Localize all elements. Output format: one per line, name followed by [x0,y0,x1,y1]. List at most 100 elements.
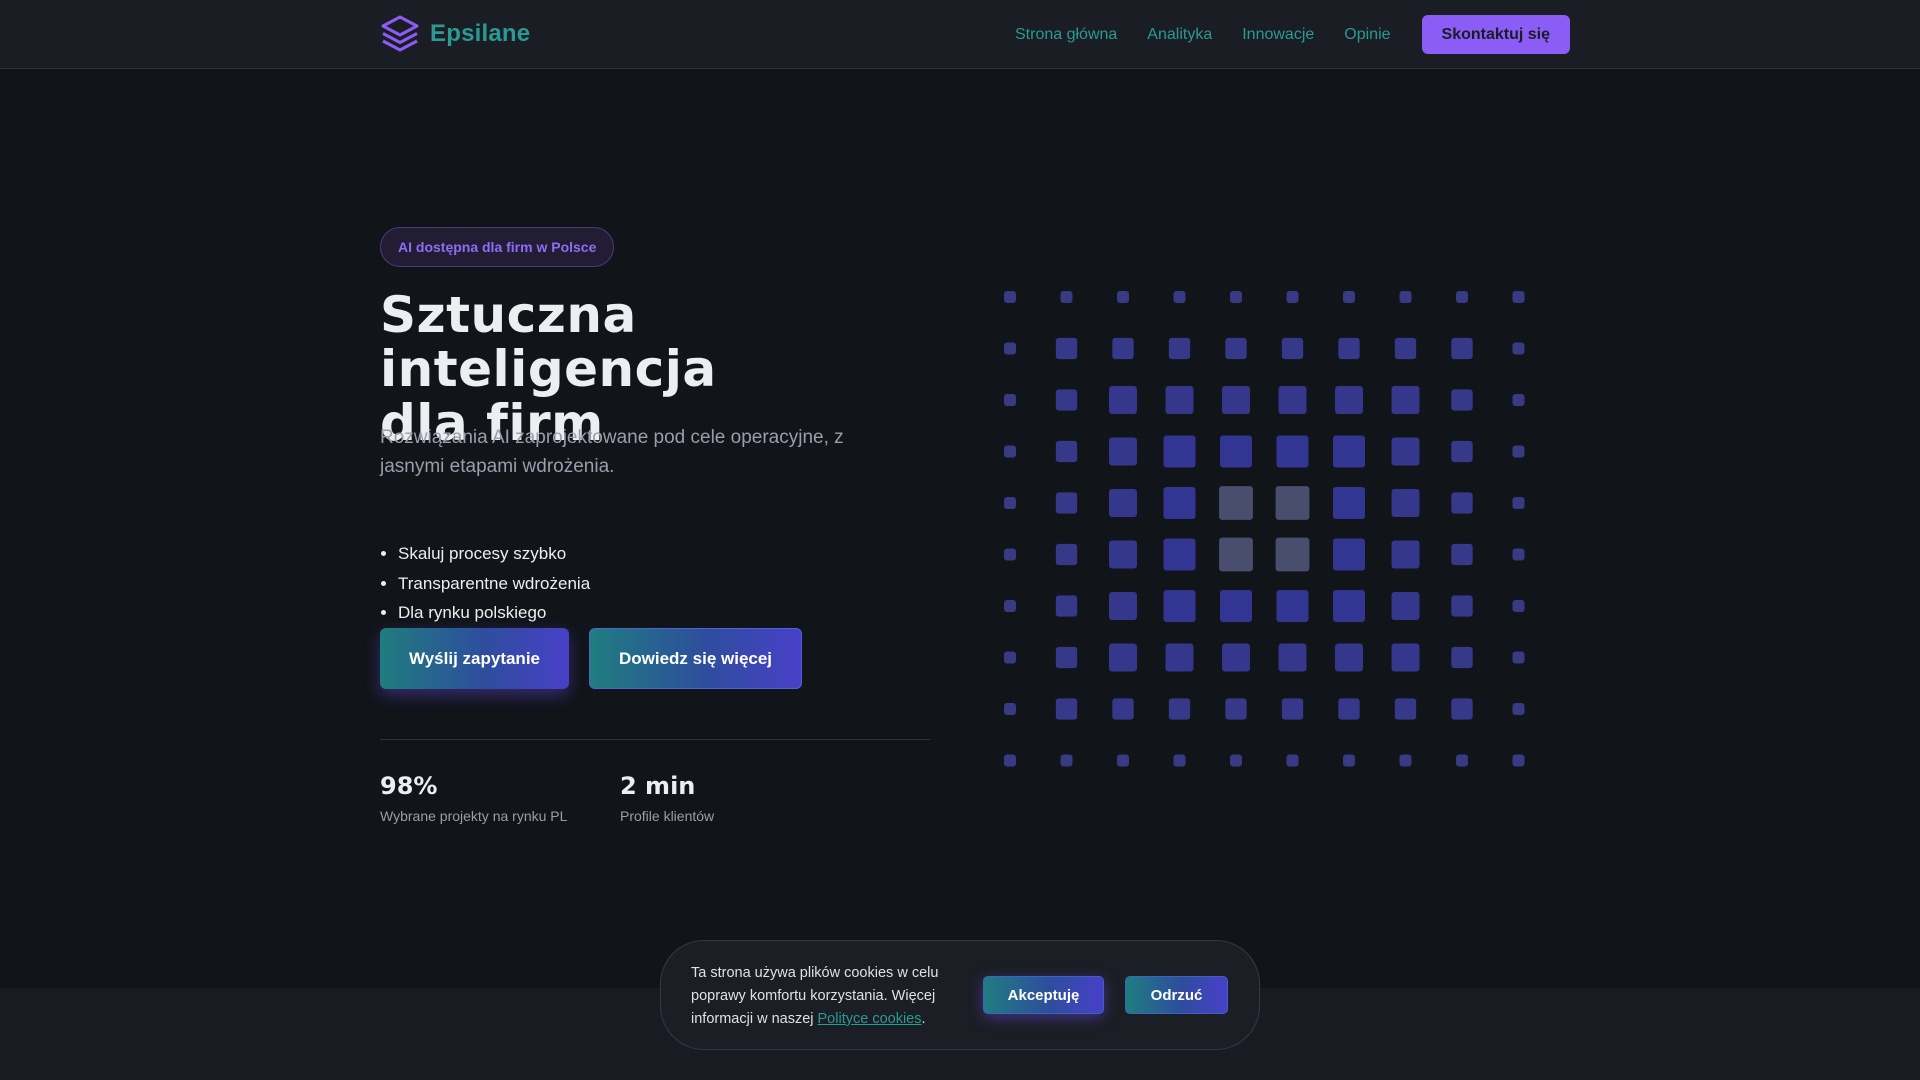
grid-square [1399,754,1412,767]
grid-square [1117,291,1129,303]
grid-square [1055,543,1078,566]
grid-square [1391,592,1420,620]
grid-square [1391,643,1420,672]
grid-square [1004,445,1016,458]
nav-link-analytics[interactable]: Analityka [1147,26,1212,44]
grid-square [1512,291,1525,303]
brand-logo-link[interactable]: Epsilane [380,14,530,54]
nav-link-home[interactable]: Strona główna [1015,26,1117,44]
reject-cookies-button[interactable]: Odrzuć [1125,976,1228,1014]
grid-square [1109,592,1137,620]
grid-square [1004,342,1016,355]
hero-badge: AI dostępna dla firm w Polsce [380,227,615,267]
stat-label: Profile klientów [620,808,715,824]
nav-link-reviews[interactable]: Opinie [1344,26,1390,44]
grid-square [1335,386,1363,414]
grid-square [1343,754,1355,767]
grid-square [1109,437,1137,466]
send-inquiry-button[interactable]: Wyślij zapytanie [380,628,569,689]
grid-square [1451,646,1473,669]
grid-square [1225,337,1247,360]
stats-divider [380,739,930,740]
cookie-policy-link[interactable]: Polityce cookies [818,1011,922,1027]
grid-square [1394,698,1417,720]
grid-square [1055,698,1078,720]
stat-value: 98% [380,772,438,800]
grid-square [1004,497,1016,509]
grid-square [1004,548,1016,561]
grid-square [1451,389,1473,411]
grid-square [1332,589,1366,623]
grid-square [1512,342,1525,355]
grid-square [1391,540,1420,569]
grid-square [1512,600,1525,612]
layers-icon [381,15,419,52]
grid-square [1055,595,1078,617]
grid-square [1451,543,1473,566]
grid-square [1512,651,1525,664]
grid-square [1222,643,1250,672]
grid-square [1004,703,1016,715]
grid-square [1168,698,1191,720]
grid-square [1332,435,1366,468]
feature-item: Dla rynku polskiego [398,598,590,628]
grid-square [1512,703,1525,715]
grid-square [1286,754,1299,767]
grid-square [1451,698,1473,720]
grid-square [1004,291,1016,303]
grid-square [1163,589,1196,623]
grid-square [1109,489,1137,517]
grid-square [1451,440,1473,463]
nav-link-innovations[interactable]: Innowacje [1242,26,1314,44]
grid-square [1165,386,1194,414]
cookie-message: Ta strona używa plików cookies w celu po… [691,962,981,1031]
brand-name: Epsilane [430,20,531,47]
grid-square [1225,698,1247,720]
grid-square [1219,589,1253,623]
grid-square [1168,337,1191,360]
grid-square [1276,589,1309,623]
grid-square [1004,600,1016,612]
hero-subtitle: Rozwiązania AI zaprojektowane pod cele o… [380,427,844,477]
grid-square [1055,646,1078,669]
grid-square [1230,291,1242,303]
grid-square [1109,540,1137,569]
grid-square [1275,486,1310,520]
grid-square [1512,754,1525,767]
grid-square [1004,754,1016,767]
grid-square [1219,537,1253,572]
grid-square [1230,754,1242,767]
grid-square [1512,394,1525,406]
grid-square [1394,337,1417,360]
grid-square [1004,651,1016,664]
grid-square [1391,437,1420,466]
grid-square [1173,291,1186,303]
main-nav: Strona główna Analityka Innowacje Opinie… [985,15,1570,54]
grid-square [1163,538,1196,571]
accept-cookies-button[interactable]: Akceptuję [983,976,1104,1014]
feature-item: Skaluj procesy szybko [398,539,590,569]
site-header: Epsilane Strona główna Analityka Innowac… [0,0,1920,69]
grid-square [1338,337,1360,360]
grid-square [1512,445,1525,458]
grid-square [1275,537,1310,572]
grid-square [1338,698,1360,720]
grid-square [1173,754,1186,767]
grid-square [1451,337,1473,360]
grid-square [1219,486,1253,520]
grid-square [1278,386,1307,414]
grid-square [1163,486,1196,520]
grid-square [1281,698,1304,720]
grid-square [1399,291,1412,303]
grid-square [1512,548,1525,561]
contact-button[interactable]: Skontaktuj się [1421,15,1570,54]
learn-more-button[interactable]: Dowiedz się więcej [589,628,802,689]
cookie-text-end: . [921,1011,926,1027]
grid-square [1451,492,1473,514]
stat-projects: 98% Wybrane projekty na rynku PL [380,772,567,824]
grid-square [1060,754,1073,767]
grid-square [1512,497,1525,509]
stat-label: Wybrane projekty na rynku PL [380,808,568,824]
grid-square [1343,291,1355,303]
feature-list: Skaluj procesy szybko Transparentne wdro… [398,539,590,628]
